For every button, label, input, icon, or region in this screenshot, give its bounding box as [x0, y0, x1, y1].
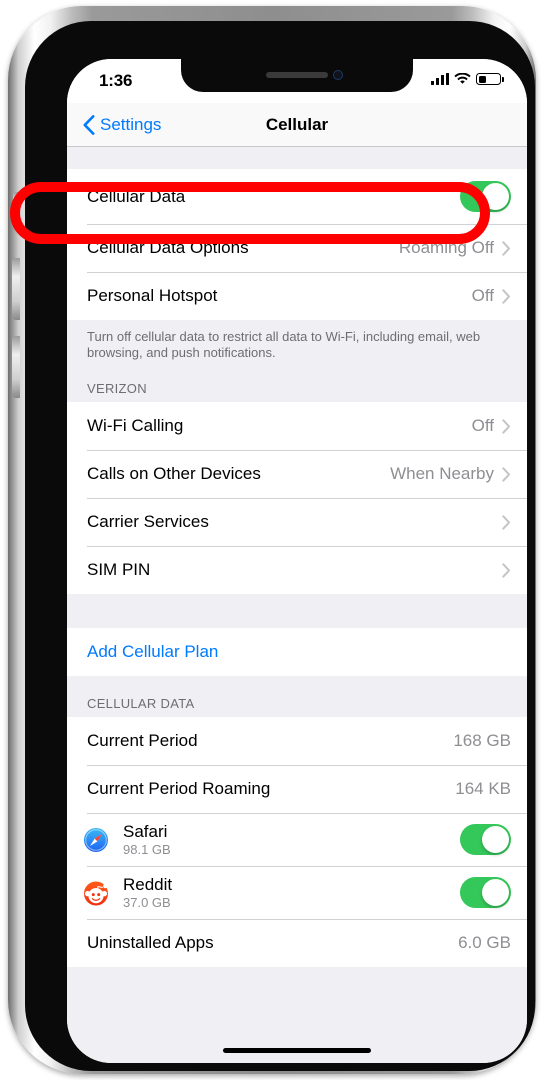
cellular-data-footer-note: Turn off cellular data to restrict all d… [67, 320, 527, 361]
cellular-bars-icon [431, 73, 449, 85]
row-current-period-roaming-label: Current Period Roaming [87, 779, 271, 798]
chevron-right-icon [502, 514, 510, 530]
row-carrier-services[interactable]: Carrier Services [67, 498, 527, 546]
app-reddit-toggle[interactable] [460, 877, 511, 908]
row-calls-on-other-devices-value: When Nearby [390, 464, 494, 483]
row-wifi-calling[interactable]: Wi-Fi Calling Off [67, 402, 527, 450]
row-sim-pin[interactable]: SIM PIN [67, 546, 527, 594]
section-gap-plan [67, 594, 527, 628]
app-reddit-size: 37.0 GB [123, 894, 171, 910]
cellular-data-usage-header: CELLULAR DATA [67, 676, 527, 717]
app-safari-name: Safari [123, 821, 168, 841]
toggle-knob [482, 826, 509, 853]
home-indicator[interactable] [223, 1048, 371, 1053]
mute-switch-button[interactable] [13, 192, 20, 224]
row-uninstalled-apps[interactable]: Uninstalled Apps 6.0 GB [67, 919, 527, 967]
row-sim-pin-label: SIM PIN [87, 560, 151, 579]
notch [181, 59, 413, 92]
toggle-knob [482, 183, 509, 210]
app-reddit-text: Reddit 37.0 GB [123, 875, 460, 911]
row-personal-hotspot[interactable]: Personal Hotspot Off [67, 272, 527, 320]
device-frame: 1:36 Settings Cellular Cellular Data Cel… [8, 6, 536, 1074]
app-safari-toggle[interactable] [460, 824, 511, 855]
row-cellular-data-options[interactable]: Cellular Data Options Roaming Off [67, 224, 527, 272]
reddit-icon [81, 877, 111, 908]
earpiece-speaker [266, 72, 328, 78]
volume-down-button[interactable] [12, 336, 20, 398]
row-personal-hotspot-label: Personal Hotspot [87, 286, 218, 305]
row-cellular-data-options-value: Roaming Off [398, 238, 494, 257]
volume-up-button[interactable] [12, 258, 20, 320]
row-current-period-value: 168 GB [453, 731, 511, 750]
status-time: 1:36 [99, 71, 133, 90]
row-app-safari[interactable]: Safari 98.1 GB [67, 813, 527, 866]
row-app-reddit[interactable]: Reddit 37.0 GB [67, 866, 527, 919]
carrier-section-header: VERIZON [67, 361, 527, 402]
device-bezel: 1:36 Settings Cellular Cellular Data Cel… [25, 21, 535, 1071]
toggle-knob [482, 879, 509, 906]
row-calls-on-other-devices[interactable]: Calls on Other Devices When Nearby [67, 450, 527, 498]
chevron-right-icon [502, 562, 510, 578]
row-cellular-data[interactable]: Cellular Data [67, 169, 527, 224]
chevron-right-icon [502, 418, 510, 434]
row-current-period-roaming-value: 164 KB [455, 779, 511, 798]
front-camera-icon [333, 70, 343, 80]
cellular-data-group: Cellular Data Cellular Data Options Roam… [67, 169, 527, 320]
row-personal-hotspot-value: Off [471, 286, 494, 305]
chevron-right-icon [502, 240, 510, 256]
row-cellular-data-options-label: Cellular Data Options [87, 238, 249, 257]
app-safari-text: Safari 98.1 GB [123, 822, 460, 858]
row-wifi-calling-label: Wi-Fi Calling [87, 416, 184, 435]
row-current-period-roaming[interactable]: Current Period Roaming 164 KB [67, 765, 527, 813]
safari-icon [81, 824, 111, 855]
add-plan-group: Add Cellular Plan [67, 628, 527, 676]
row-current-period-label: Current Period [87, 731, 198, 750]
row-calls-on-other-devices-label: Calls on Other Devices [87, 464, 261, 483]
cellular-data-toggle[interactable] [460, 181, 511, 212]
add-cellular-plan-label: Add Cellular Plan [87, 642, 219, 661]
row-current-period[interactable]: Current Period 168 GB [67, 717, 527, 765]
cellular-data-usage-group: Current Period 168 GB Current Period Roa… [67, 717, 527, 967]
carrier-group: Wi-Fi Calling Off Calls on Other Devices… [67, 402, 527, 594]
row-uninstalled-apps-value: 6.0 GB [458, 933, 511, 952]
chevron-right-icon [502, 466, 510, 482]
navigation-bar: Settings Cellular [67, 103, 527, 147]
top-gap [67, 147, 527, 169]
row-carrier-services-label: Carrier Services [87, 512, 209, 531]
row-uninstalled-apps-label: Uninstalled Apps [87, 933, 214, 952]
battery-icon [476, 73, 504, 85]
chevron-right-icon [502, 288, 510, 304]
row-add-cellular-plan[interactable]: Add Cellular Plan [67, 628, 527, 676]
page-title: Cellular [265, 115, 329, 134]
wifi-icon [454, 73, 471, 84]
row-cellular-data-label: Cellular Data [87, 186, 186, 206]
app-safari-size: 98.1 GB [123, 841, 171, 857]
row-wifi-calling-value: Off [471, 416, 494, 435]
settings-list[interactable]: Cellular Data Cellular Data Options Roam… [67, 147, 527, 1063]
app-reddit-name: Reddit [123, 874, 173, 894]
device-screen: 1:36 Settings Cellular Cellular Data Cel… [67, 59, 527, 1063]
status-indicators [431, 73, 504, 85]
